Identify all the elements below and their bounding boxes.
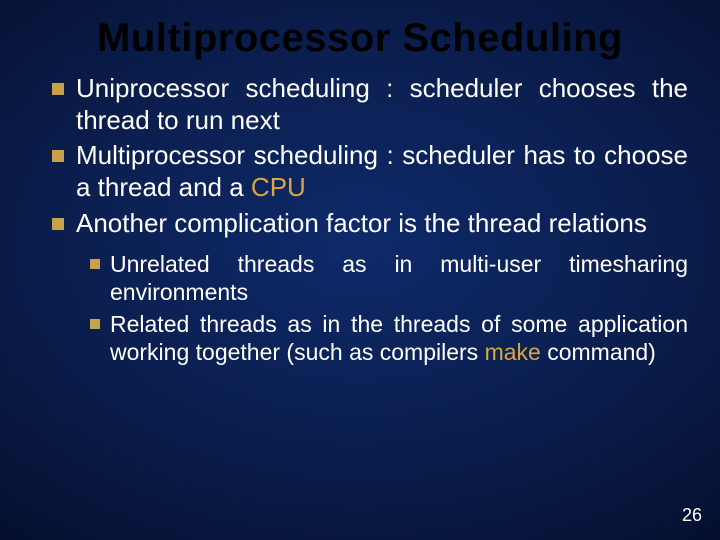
slide-title: Multiprocessor Scheduling <box>0 0 720 73</box>
sub-bullet-group: Unrelated threads as in multi-user times… <box>52 250 688 366</box>
bullet-item: Another complication factor is the threa… <box>52 208 688 240</box>
bullet-icon <box>90 259 100 269</box>
bullet-text: Uniprocessor scheduling : scheduler choo… <box>76 73 688 136</box>
slide: Multiprocessor Scheduling Uniprocessor s… <box>0 0 720 540</box>
sub-bullet-item: Unrelated threads as in multi-user times… <box>52 250 688 306</box>
sub-bullet-item: Related threads as in the threads of som… <box>52 310 688 366</box>
bullet-icon <box>52 218 64 230</box>
bullet-icon <box>52 83 64 95</box>
sub-bullet-text: Related threads as in the threads of som… <box>110 310 688 366</box>
slide-body: Uniprocessor scheduling : scheduler choo… <box>0 73 720 366</box>
bullet-icon <box>52 150 64 162</box>
bullet-text: Another complication factor is the threa… <box>76 208 688 240</box>
sub-bullet-text: Unrelated threads as in multi-user times… <box>110 250 688 306</box>
bullet-item: Uniprocessor scheduling : scheduler choo… <box>52 73 688 136</box>
bullet-item: Multiprocessor scheduling : scheduler ha… <box>52 140 688 203</box>
bullet-icon <box>90 319 100 329</box>
page-number: 26 <box>682 505 702 526</box>
bullet-text: Multiprocessor scheduling : scheduler ha… <box>76 140 688 203</box>
